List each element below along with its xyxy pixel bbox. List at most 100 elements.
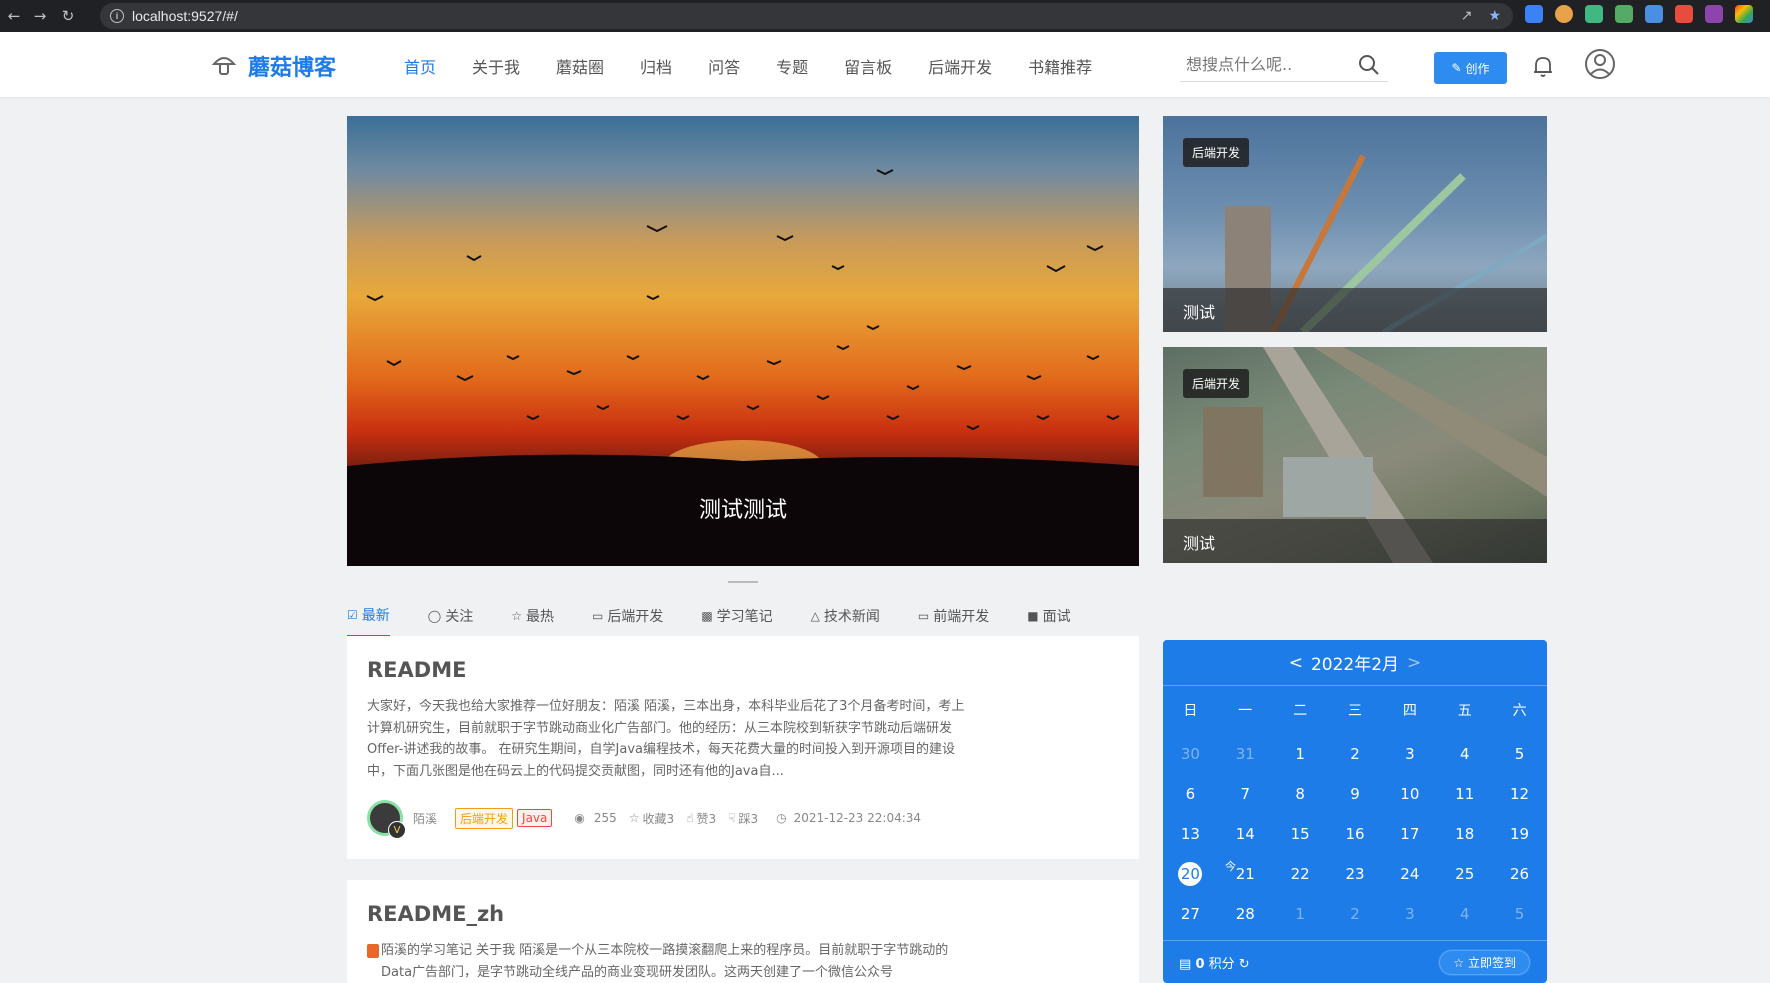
tab-tech-news[interactable]: △ 技术新闻 — [811, 605, 880, 637]
calendar-day[interactable]: 6 — [1163, 774, 1218, 814]
calendar-day[interactable]: 5 — [1492, 734, 1547, 774]
nav-item-about[interactable]: 关于我 — [472, 54, 520, 78]
nav-item-home[interactable]: 首页 — [404, 54, 436, 78]
extension-icon[interactable] — [1675, 5, 1693, 23]
tab-backend[interactable]: ▭ 后端开发 — [592, 605, 663, 637]
calendar-day[interactable]: 11 — [1437, 774, 1492, 814]
next-month-button[interactable]: > — [1407, 653, 1421, 673]
calendar-day[interactable]: 30 — [1163, 734, 1218, 774]
article-card[interactable]: README 大家好，今天我也给大家推荐一位好朋友：陌溪 陌溪，三本出身，本科毕… — [347, 636, 1139, 859]
extension-icon[interactable] — [1705, 5, 1723, 23]
tab-notes[interactable]: ▩ 学习笔记 — [701, 605, 772, 637]
mushroom-logo-icon[interactable] — [210, 50, 238, 78]
calendar-day[interactable]: 13 — [1163, 814, 1218, 854]
calendar-day[interactable]: 4 — [1437, 894, 1492, 934]
calendar-day[interactable]: 25 — [1437, 854, 1492, 894]
calendar-day[interactable]: 26 — [1492, 854, 1547, 894]
article-title[interactable]: README_zh — [367, 902, 1119, 926]
calendar-day[interactable]: 14 — [1218, 814, 1273, 854]
views-count: ◉ 255 — [574, 811, 617, 825]
author-name[interactable]: 陌溪 — [413, 810, 437, 827]
site-logo[interactable]: 蘑菇博客 — [248, 50, 336, 82]
user-avatar-icon[interactable] — [1584, 48, 1616, 80]
calendar-day[interactable]: 12 — [1492, 774, 1547, 814]
tab-newest[interactable]: ☑ 最新 — [347, 605, 390, 637]
calendar-day[interactable]: 28 — [1218, 894, 1273, 934]
calendar-day[interactable]: 1 — [1273, 734, 1328, 774]
back-icon[interactable]: ← — [0, 2, 28, 30]
calendar-day[interactable]: 18 — [1437, 814, 1492, 854]
side-feature-card[interactable]: 后端开发 测试 — [1163, 116, 1547, 332]
search-icon[interactable] — [1358, 54, 1380, 76]
extension-icon[interactable] — [1735, 5, 1753, 23]
side-card-caption[interactable]: 测试 — [1163, 288, 1547, 332]
calendar-day[interactable]: 31 — [1218, 734, 1273, 774]
extension-icon[interactable] — [1555, 5, 1573, 23]
side-card-caption[interactable]: 测试 — [1163, 519, 1547, 563]
calendar-day[interactable]: 8 — [1273, 774, 1328, 814]
carousel-indicator[interactable] — [728, 581, 758, 583]
calendar-day[interactable]: 27 — [1163, 894, 1218, 934]
calendar-day[interactable]: 22 — [1273, 854, 1328, 894]
calendar-day[interactable]: 2 — [1328, 894, 1383, 934]
calendar-day[interactable]: 16 — [1328, 814, 1383, 854]
vue-devtools-icon[interactable] — [1585, 5, 1603, 23]
calendar-day[interactable]: 7 — [1218, 774, 1273, 814]
weekday: 三 — [1347, 703, 1362, 719]
article-card[interactable]: README_zh 陌溪的学习笔记 关于我 陌溪是一个从三本院校一路摸滚翻爬上来… — [347, 880, 1139, 983]
like-button[interactable]: ☝ 赞3 — [686, 810, 716, 827]
calendar-day[interactable]: 3 — [1382, 894, 1437, 934]
calendar-day[interactable]: 21 — [1218, 854, 1273, 894]
calendar-day[interactable]: 5 — [1492, 894, 1547, 934]
calendar-day[interactable]: 15 — [1273, 814, 1328, 854]
category-tag[interactable]: 后端开发 — [1183, 369, 1250, 398]
info-icon[interactable]: i — [110, 9, 124, 23]
extension-icon[interactable] — [1525, 5, 1543, 23]
prev-month-button[interactable]: < — [1289, 653, 1303, 673]
search-input[interactable] — [1180, 55, 1350, 74]
calendar-day[interactable]: 1 — [1273, 894, 1328, 934]
category-tag[interactable]: 后端开发 — [1183, 138, 1250, 167]
nav-item-topic[interactable]: 专题 — [776, 54, 808, 78]
nav-item-books[interactable]: 书籍推荐 — [1028, 54, 1092, 78]
tab-interview[interactable]: ■ 面试 — [1027, 605, 1070, 637]
tag-badge[interactable]: Java — [517, 809, 553, 827]
hero-carousel[interactable]: 测试测试 — [347, 116, 1139, 566]
bell-icon[interactable] — [1532, 54, 1554, 78]
refresh-icon[interactable]: ↻ — [1239, 957, 1250, 972]
calendar-day[interactable]: 9 — [1328, 774, 1383, 814]
extension-icon[interactable] — [1615, 5, 1633, 23]
calendar-day[interactable]: 4 — [1437, 734, 1492, 774]
author-avatar[interactable]: V — [367, 800, 406, 839]
dislike-button[interactable]: ☟ 踩3 — [728, 810, 758, 827]
nav-item-archive[interactable]: 归档 — [640, 54, 672, 78]
collect-button[interactable]: ☆ 收藏3 — [629, 810, 674, 827]
nav-item-qa[interactable]: 问答 — [708, 54, 740, 78]
nav-item-backend[interactable]: 后端开发 — [928, 54, 992, 78]
category-badge[interactable]: 后端开发 — [455, 807, 514, 829]
forward-icon[interactable]: → — [26, 2, 54, 30]
calendar-day[interactable]: 17 — [1382, 814, 1437, 854]
article-title[interactable]: README — [367, 658, 1119, 682]
calendar-day-today[interactable]: 20 今 — [1163, 854, 1236, 894]
calendar-day[interactable]: 2 — [1328, 734, 1383, 774]
share-icon[interactable]: ↗ — [1461, 7, 1473, 24]
calendar-day[interactable]: 3 — [1382, 734, 1437, 774]
calendar-day[interactable]: 10 — [1382, 774, 1437, 814]
hero-title[interactable]: 测试测试 — [347, 492, 1139, 524]
tab-hot[interactable]: ☆ 最热 — [511, 605, 554, 637]
reload-icon[interactable]: ↻ — [54, 2, 82, 30]
calendar-day[interactable]: 23 — [1328, 854, 1383, 894]
checkin-button[interactable]: ☆ 立即签到 — [1438, 948, 1531, 976]
side-feature-card[interactable]: 后端开发 测试 — [1163, 347, 1547, 563]
bookmark-star-icon[interactable]: ★ — [1488, 7, 1501, 24]
tab-frontend[interactable]: ▭ 前端开发 — [918, 605, 989, 637]
nav-item-circle[interactable]: 蘑菇圈 — [556, 54, 604, 78]
calendar-day[interactable]: 19 — [1492, 814, 1547, 854]
extension-icon[interactable] — [1645, 5, 1663, 23]
calendar-day[interactable]: 24 — [1382, 854, 1437, 894]
address-bar[interactable]: i localhost:9527/#/ ↗ ★ — [100, 3, 1513, 29]
nav-item-messages[interactable]: 留言板 — [844, 54, 892, 78]
create-button[interactable]: ✎ 创作 — [1434, 52, 1507, 84]
tab-follow[interactable]: ◯ 关注 — [428, 605, 473, 637]
